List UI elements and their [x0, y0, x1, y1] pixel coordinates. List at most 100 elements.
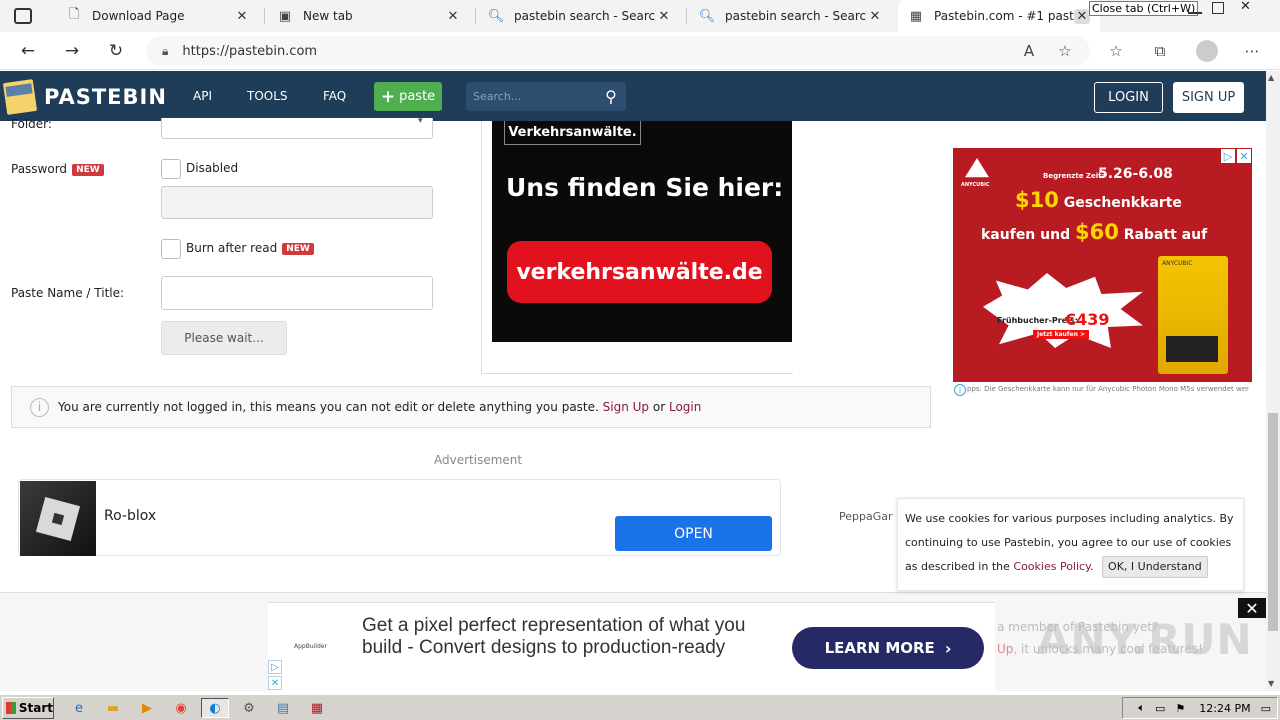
- chevron-right-icon: ›: [944, 638, 952, 658]
- scrollbar-thumb[interactable]: [1268, 413, 1278, 631]
- nav-faq[interactable]: FAQ: [323, 89, 346, 103]
- ad-close-icon[interactable]: ✕: [1237, 149, 1251, 163]
- tab-search-1[interactable]: 🔍︎ pastebin search - Search ✕: [478, 0, 682, 32]
- tab-download-page[interactable]: 🗋 Download Page ✕: [56, 0, 260, 32]
- edge-icon[interactable]: ◐: [201, 698, 229, 718]
- show-desktop-icon[interactable]: ▭: [1261, 702, 1271, 715]
- newtab-icon: ▣: [278, 8, 292, 24]
- scroll-up-icon[interactable]: ▲: [1268, 73, 1274, 82]
- window-close-icon[interactable]: ✕: [1240, 0, 1251, 14]
- pastebin-logo-icon[interactable]: [3, 77, 37, 115]
- cookies-policy-link[interactable]: Cookies Policy: [1013, 560, 1090, 573]
- ie-icon[interactable]: e: [68, 698, 90, 718]
- ad-close-icon[interactable]: ✕: [268, 676, 282, 690]
- ad-headline: Uns finden Sie hier:: [506, 173, 784, 202]
- ad-promo-prefix: Begrenzte Zeit:: [1043, 172, 1105, 180]
- url-text: https://pastebin.com: [182, 43, 318, 59]
- roblox-logo-icon: [20, 481, 96, 556]
- adchoices-icon[interactable]: ▷: [1221, 149, 1235, 163]
- forward-icon[interactable]: →: [60, 40, 84, 62]
- adchoices-icon[interactable]: ▷: [268, 660, 282, 674]
- burn-label-text: Burn after read: [186, 241, 278, 255]
- read-aloud-icon[interactable]: A: [1019, 41, 1039, 61]
- folder-select[interactable]: ▾: [161, 116, 433, 139]
- search-input[interactable]: Search... ⚲: [466, 82, 626, 111]
- nav-api[interactable]: API: [193, 89, 212, 103]
- tab-separator: [686, 8, 687, 24]
- ad-amount-2: $60: [1074, 220, 1119, 244]
- favorites-icon[interactable]: ☆: [1106, 41, 1126, 61]
- learn-more-label: LEARN MORE: [824, 639, 935, 657]
- anyrun-watermark: ANY.RUN: [1037, 615, 1253, 664]
- clock[interactable]: 12:24 PM: [1199, 702, 1250, 715]
- ad-cta-button[interactable]: verkehrsanwälte.de: [507, 241, 772, 303]
- ad-early-price: €439: [1065, 310, 1110, 329]
- tab-pastebin[interactable]: ▦ Pastebin.com - #1 paste t ✕: [898, 0, 1100, 32]
- tab-new-tab[interactable]: ▣ New tab ✕: [267, 0, 471, 32]
- ad-dates: 5.26-6.08: [1098, 166, 1173, 182]
- media-player-icon[interactable]: ▶: [136, 698, 158, 718]
- flag-icon[interactable]: ⚑: [1175, 702, 1185, 715]
- login-link[interactable]: Login: [669, 400, 701, 414]
- burn-after-read-checkbox[interactable]: [161, 239, 181, 259]
- profile-avatar[interactable]: [1196, 40, 1218, 62]
- paste-title-input[interactable]: [161, 276, 433, 310]
- system-tray: 🔈︎ ▭ ⚑ 12:24 PM ▭: [1122, 697, 1278, 719]
- volume-icon[interactable]: 🔈︎: [1138, 701, 1145, 715]
- info-icon[interactable]: i: [954, 384, 966, 396]
- roblox-ad[interactable]: Ro-blox OPEN: [18, 479, 781, 556]
- close-sticky-ad-icon[interactable]: ✕: [1238, 598, 1266, 618]
- verkehrsanwaelte-ad[interactable]: Verkehrsanwälte. Uns finden Sie hier: ve…: [492, 121, 792, 342]
- network-icon[interactable]: ▭: [1155, 702, 1165, 715]
- create-paste-button[interactable]: Please wait...: [161, 321, 287, 355]
- signup-button[interactable]: SIGN UP: [1173, 82, 1244, 113]
- url-field[interactable]: 🔒︎ https://pastebin.com: [146, 36, 1090, 66]
- signup-promo-link[interactable]: Up: [997, 642, 1013, 656]
- tab-search-2[interactable]: 🔍︎ pastebin search - Search ✕: [689, 0, 893, 32]
- not-logged-in-notice: i You are currently not logged in, this …: [11, 386, 931, 428]
- add-favorite-icon[interactable]: ☆: [1055, 41, 1075, 61]
- notepad-icon[interactable]: ▤: [272, 698, 294, 718]
- cookie-accept-button[interactable]: OK, I Understand: [1102, 556, 1208, 578]
- close-icon[interactable]: ✕: [867, 9, 883, 24]
- winrar-icon[interactable]: ▦: [306, 698, 328, 718]
- close-icon[interactable]: ✕: [234, 9, 250, 24]
- collections-icon[interactable]: ⧉: [1150, 41, 1170, 61]
- close-icon[interactable]: ✕: [656, 9, 672, 24]
- close-icon[interactable]: ✕: [1074, 8, 1090, 24]
- scroll-down-icon[interactable]: ▼: [1268, 679, 1274, 688]
- pastebin-logo-text[interactable]: PASTEBIN: [44, 85, 167, 109]
- roblox-open-button[interactable]: OPEN: [615, 516, 772, 551]
- disabled-label: Disabled: [186, 161, 239, 175]
- ad-brand-small: ANYCUBIC: [961, 182, 990, 188]
- paste-button-label: paste: [399, 89, 436, 104]
- anycubic-ad[interactable]: ▷ ✕ ANYCUBIC Begrenzte Zeit: 5.26-6.08 $…: [953, 148, 1252, 397]
- printer-screen: [1166, 336, 1218, 362]
- settings-icon[interactable]: ⚙: [238, 698, 260, 718]
- tab-separator: [475, 8, 476, 24]
- ad-line1-text: Geschenkkarte: [1063, 195, 1182, 211]
- ad-buy-now[interactable]: Jetzt kaufen >: [1033, 330, 1089, 339]
- chevron-down-icon: ▾: [418, 116, 423, 126]
- window-restore-icon[interactable]: [1212, 2, 1224, 14]
- login-button[interactable]: LOGIN: [1094, 82, 1163, 113]
- chrome-icon[interactable]: ◉: [170, 698, 192, 718]
- browser-tab-strip: 🗋 Download Page ✕ ▣ New tab ✕ 🔍︎ pastebi…: [0, 0, 1280, 32]
- refresh-icon[interactable]: ↻: [104, 40, 128, 62]
- learn-more-button[interactable]: LEARN MORE ›: [792, 627, 984, 669]
- password-checkbox[interactable]: [161, 159, 181, 179]
- new-paste-button[interactable]: + paste: [374, 82, 442, 111]
- close-icon[interactable]: ✕: [445, 9, 461, 24]
- nav-tools[interactable]: TOOLS: [247, 89, 288, 103]
- start-button[interactable]: Start: [2, 697, 54, 719]
- password-field[interactable]: [161, 186, 433, 219]
- pastebin-header: PASTEBIN API TOOLS FAQ + paste Search...…: [0, 71, 1266, 121]
- window-minimize-icon[interactable]: [1188, 2, 1202, 14]
- tab-actions-icon[interactable]: [14, 8, 32, 24]
- more-menu-icon[interactable]: ⋯: [1242, 41, 1262, 61]
- signup-link[interactable]: Sign Up: [603, 400, 649, 414]
- folder-icon[interactable]: ▬: [102, 698, 124, 718]
- appbuilder-ad[interactable]: AppBuilder Get a pixel perfect represent…: [268, 602, 995, 691]
- search-icon[interactable]: ⚲: [596, 87, 626, 106]
- back-icon[interactable]: ←: [16, 40, 40, 62]
